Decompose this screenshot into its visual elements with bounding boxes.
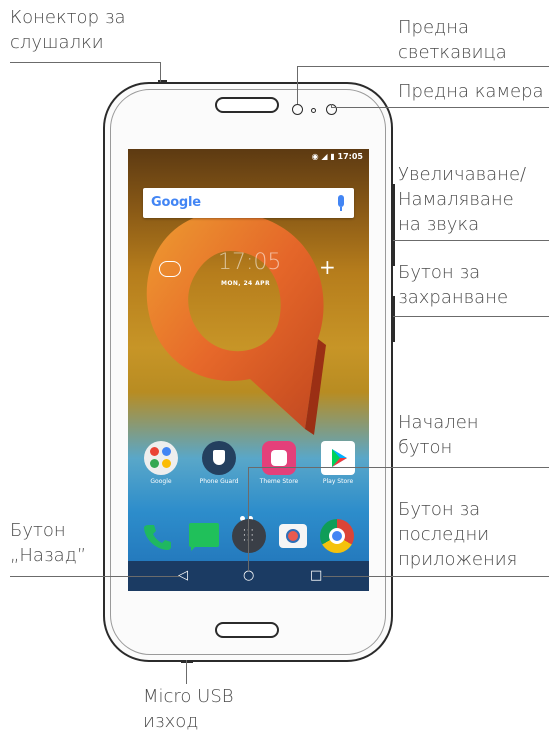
- volume-button: [391, 184, 395, 266]
- play-store-icon: [321, 441, 355, 475]
- phone-guard-icon: [202, 441, 236, 475]
- label-line: изход: [143, 711, 199, 732]
- nfc-icon: ◉: [311, 152, 319, 161]
- label-line: последни: [398, 524, 490, 545]
- leader-recent: [323, 576, 549, 577]
- leader-camera-v: [331, 104, 332, 108]
- label-front-flash: Предна светкавица: [398, 15, 507, 65]
- label-line: Конектор за: [10, 7, 126, 28]
- leader-power: [393, 316, 549, 317]
- label-line: „Назад”: [10, 545, 87, 566]
- play-triangle: [332, 449, 347, 467]
- label-back: Бутон „Назад”: [10, 518, 86, 568]
- label-line: светкавица: [398, 42, 507, 63]
- clock-widget[interactable]: 17:05: [218, 250, 281, 275]
- app-theme-store[interactable]: Theme Store: [249, 441, 309, 485]
- earpiece-speaker: [215, 97, 279, 113]
- leader-headphone-v: [160, 62, 161, 82]
- theme-store-icon: [262, 441, 296, 475]
- camera-icon[interactable]: [276, 519, 310, 553]
- label-line: слушалки: [10, 32, 104, 53]
- leader-volume: [393, 240, 549, 241]
- app-drawer-icon[interactable]: ·········: [232, 519, 266, 553]
- label-line: Предна: [398, 17, 470, 38]
- battery-icon: ▮: [330, 152, 335, 161]
- wallpaper-logo: [146, 211, 326, 435]
- leader-home-v: [248, 467, 249, 571]
- power-button: [391, 296, 395, 342]
- label-line: Намаляване: [398, 189, 514, 210]
- mic-icon[interactable]: [338, 195, 344, 207]
- label-line: Бутон за: [398, 262, 481, 283]
- google-logo: Google: [151, 195, 201, 210]
- leader-flash: [297, 66, 549, 67]
- label-front-camera: Предна камера: [398, 81, 544, 102]
- google-folder-icon: [144, 441, 178, 475]
- chrome-icon[interactable]: [320, 519, 354, 553]
- phone-icon[interactable]: [140, 519, 174, 553]
- label-line: приложения: [398, 549, 518, 570]
- front-flash: [292, 104, 303, 115]
- label-volume: Увеличаване/ Намаляване на звука: [398, 162, 526, 237]
- leader-usb: [186, 660, 187, 684]
- label-power: Бутон за захранване: [398, 260, 508, 310]
- add-widget-icon[interactable]: +: [319, 257, 336, 277]
- recent-apps-icon[interactable]: □: [310, 569, 322, 582]
- label-recent-apps: Бутон за последни приложения: [398, 497, 517, 572]
- app-label: Play Store: [322, 478, 354, 485]
- date-widget: MON, 24 APR: [221, 280, 270, 287]
- status-time: 17:05: [337, 152, 363, 161]
- label-line: бутон: [398, 437, 453, 458]
- proximity-sensor: [311, 108, 316, 113]
- label-headphone-connector: Конектор за слушалки: [10, 5, 125, 55]
- leader-back: [10, 576, 180, 577]
- google-search-bar[interactable]: Google: [143, 188, 354, 218]
- label-line: Начален: [398, 412, 479, 433]
- label-line: Micro USB: [143, 686, 234, 707]
- usb-port: [181, 660, 193, 663]
- signal-icon: ◢: [321, 152, 328, 161]
- leader-headphone: [10, 62, 160, 63]
- app-label: Phone Guard: [199, 478, 239, 485]
- app-label: Google: [150, 478, 172, 485]
- mic-stem: [340, 207, 342, 211]
- label-line: на звука: [398, 214, 480, 235]
- app-google[interactable]: Google: [131, 441, 191, 485]
- leader-camera: [331, 107, 549, 108]
- label-line: Увеличаване/: [398, 164, 527, 185]
- status-bar: ◉ ◢ ▮ 17:05: [128, 149, 369, 165]
- weather-icon[interactable]: [159, 261, 181, 277]
- label-home: Начален бутон: [398, 410, 479, 460]
- app-phone-guard[interactable]: Phone Guard: [189, 441, 249, 485]
- messages-icon[interactable]: [187, 519, 221, 553]
- bottom-speaker: [215, 622, 279, 638]
- leader-flash-v: [297, 66, 298, 104]
- label-line: захранване: [398, 287, 509, 308]
- label-line: Бутон за: [398, 499, 481, 520]
- leader-home: [248, 467, 549, 468]
- label-line: Бутон: [10, 520, 66, 541]
- label-micro-usb: Micro USB изход: [143, 684, 234, 734]
- app-play-store[interactable]: Play Store: [308, 441, 368, 485]
- app-label: Theme Store: [259, 478, 299, 485]
